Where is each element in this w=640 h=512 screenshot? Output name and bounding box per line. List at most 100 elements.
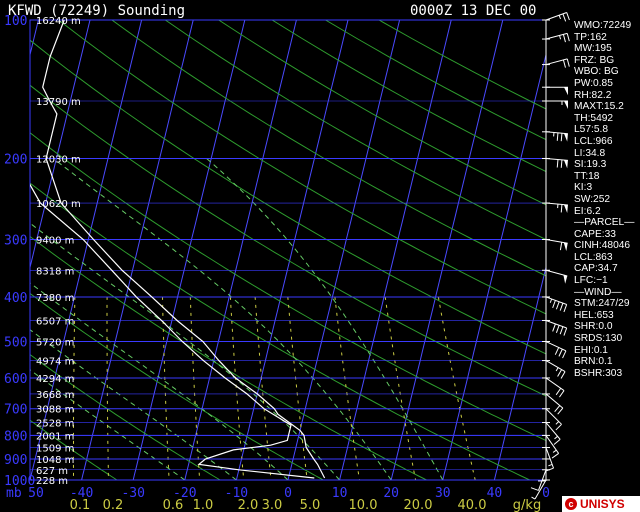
wind-full-barb (559, 390, 565, 398)
wind-full-barb (560, 371, 566, 379)
stability-index-27: SRDS:130 (574, 333, 623, 345)
mixing-ratio-unit-label: g/kg (513, 498, 541, 512)
wind-full-barb (566, 12, 570, 21)
stability-index-11: LI:34.8 (574, 147, 606, 159)
height-label: 8318 m (36, 266, 74, 277)
temperature-tick-label: 20 (383, 486, 399, 501)
dry-adiabat-line (30, 39, 546, 355)
stability-index-4: WBO: BG (574, 66, 619, 78)
wind-half-barb (555, 421, 560, 425)
wind-full-barb (555, 423, 562, 431)
dry-adiabat-line (58, 20, 546, 315)
height-label: 6507 m (36, 316, 74, 327)
stability-index-2: MW:195 (574, 43, 612, 55)
wind-full-barb (530, 487, 539, 491)
mixing-ratio-line (287, 296, 308, 480)
stability-index-17: —PARCEL— (574, 217, 635, 229)
temperature-tick-label: 50 (28, 486, 44, 501)
height-label: 5720 m (36, 338, 74, 349)
stability-index-10: LCL:966 (574, 135, 613, 147)
mixing-ratio-tick-label: 2.0 (238, 498, 259, 512)
wind-barb-shaft (545, 435, 560, 454)
pressure-tick-label: 400 (4, 291, 27, 306)
mixing-ratio-tick-label: 40.0 (458, 498, 487, 512)
stability-index-5: PW:0.85 (574, 77, 613, 89)
stability-indices-panel: WMO:72249 TP:162 MW:195 FRZ: BG WBO: BG PW:0.… (574, 20, 640, 379)
mixing-ratio-tick-label: 0.6 (163, 498, 184, 512)
wind-full-barb (552, 300, 556, 309)
temperature-tick-label: 30 (435, 486, 451, 501)
wind-full-barb (557, 407, 564, 415)
mixing-ratio-tick-label: 20.0 (404, 498, 433, 512)
wind-full-barb (562, 350, 567, 359)
height-label: 1509 m (36, 444, 74, 455)
stability-index-12: SI:19.3 (574, 159, 607, 171)
stability-index-20: LCL:863 (574, 251, 613, 263)
wind-barb-shaft (545, 408, 562, 425)
unisys-logo: c UNISYS (562, 496, 640, 512)
isotherm-line (235, 20, 349, 480)
height-label: 3668 m (36, 390, 74, 401)
pressure-tick-label: 700 (4, 403, 27, 418)
wind-barb-shaft (545, 377, 565, 391)
chart-title-station: KFWD (72249) Sounding (8, 3, 186, 19)
temperature-tick-label: 0 (542, 486, 550, 501)
wind-full-barb (562, 13, 567, 22)
wind-barb (542, 434, 560, 459)
wind-full-barb (563, 304, 568, 313)
wind-full-barb (560, 204, 563, 213)
wind-full-barb (551, 453, 559, 459)
wind-full-barb (560, 133, 563, 142)
stability-index-24: STM:247/29 (574, 298, 630, 310)
stability-index-9: L57:5.8 (574, 124, 608, 136)
pressure-tick-label: 600 (4, 372, 27, 387)
height-label: 9400 m (36, 235, 74, 246)
wind-barb (542, 360, 566, 379)
height-label: 7380 m (36, 293, 74, 304)
wind-half-barb (558, 15, 561, 20)
mixing-ratio-line (384, 296, 417, 480)
pressure-tick-label: 500 (4, 336, 27, 351)
pressure-tick-label: 300 (4, 233, 27, 248)
dry-adiabat-line (30, 84, 546, 397)
temperature-tick-label: 40 (487, 486, 503, 501)
stability-index-30: BSHR:303 (574, 367, 623, 379)
stability-index-23: —WIND— (574, 286, 622, 298)
wind-pennant (563, 274, 568, 284)
stability-index-15: SW:252 (574, 193, 611, 205)
isotherm-line (81, 20, 194, 480)
temperature-profile-line (42, 20, 326, 479)
dry-adiabat-line (30, 182, 530, 480)
wind-barb (542, 12, 570, 22)
wind-pennant (564, 101, 568, 110)
temperature-tick-label: -30 (121, 486, 144, 501)
wind-half-barb (552, 449, 557, 453)
wind-full-barb (555, 325, 560, 333)
stability-index-14: KI:3 (574, 182, 593, 194)
wind-half-barb (548, 463, 553, 467)
pressure-unit-label: mb (6, 486, 22, 501)
wind-pennant (563, 204, 568, 213)
wind-half-barb (554, 435, 558, 440)
wind-full-barb (559, 302, 564, 311)
wind-full-barb (559, 326, 564, 335)
wind-full-barb (553, 438, 561, 445)
logo-text: UNISYS (580, 497, 625, 511)
stability-index-29: BRN:0.1 (574, 356, 613, 368)
wind-full-barb (552, 323, 556, 332)
isotherm-line (132, 20, 246, 480)
stability-index-16: EI:6.2 (574, 205, 601, 217)
mixing-ratio-tick-label: 0.1 (70, 498, 91, 512)
stability-index-1: TP:162 (574, 31, 607, 43)
wind-full-barb (556, 132, 559, 141)
mixing-ratio-line (254, 296, 272, 480)
wind-pennant (563, 160, 568, 169)
wind-full-barb (566, 58, 570, 67)
wind-barb-shaft (545, 422, 561, 440)
mixing-ratio-line (437, 296, 476, 480)
wind-barb-shaft (545, 296, 567, 305)
isotherm-line (339, 20, 452, 480)
height-label: 4294 m (36, 374, 74, 385)
wind-half-barb (559, 35, 562, 40)
copyright-icon: c (565, 498, 577, 510)
